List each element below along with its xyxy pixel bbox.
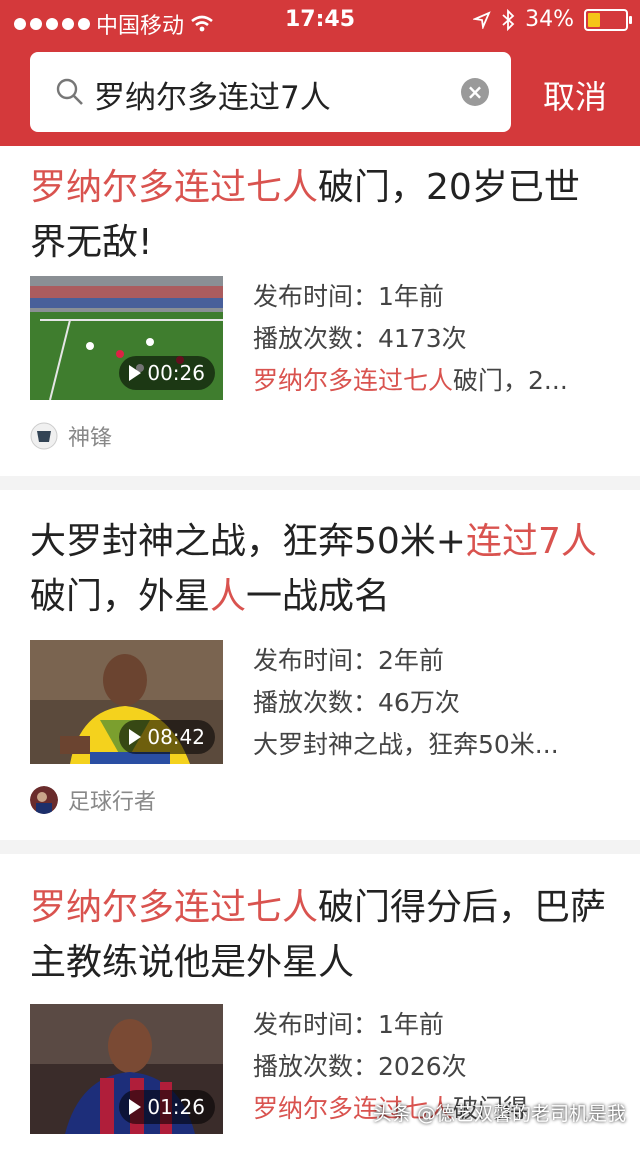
video-thumbnail[interactable]: 01:26 xyxy=(30,1004,223,1134)
author-name: 足球行者 xyxy=(68,784,156,816)
publish-label: 发布时间： xyxy=(253,646,378,675)
title-text: 破门，外星 xyxy=(30,576,210,617)
result-title[interactable]: 罗纳尔多连过七人破门，20岁已世界无敌! xyxy=(30,160,610,270)
battery-percent: 34% xyxy=(525,7,574,32)
snippet-text: 破门，2... xyxy=(453,366,568,395)
duration-badge: 00:26 xyxy=(119,356,215,390)
title-text: 大罗封神之战，狂奔50米+ xyxy=(30,521,466,562)
title-highlight: 罗纳尔多连过七人 xyxy=(30,167,318,208)
publish-label: 发布时间： xyxy=(253,1010,378,1039)
search-icon xyxy=(56,78,84,106)
duration-text: 01:26 xyxy=(147,1095,205,1119)
location-icon xyxy=(473,11,491,29)
results-list: 罗纳尔多连过七人破门，20岁已世界无敌! 00:26 发布时 xyxy=(0,146,640,1154)
title-highlight: 人 xyxy=(210,576,246,617)
duration-text: 08:42 xyxy=(147,725,205,749)
result-title[interactable]: 罗纳尔多连过七人破门得分后，巴萨主教练说他是外星人 xyxy=(30,880,610,990)
plays-value: 2026次 xyxy=(378,1052,467,1081)
author[interactable]: 足球行者 xyxy=(30,784,156,816)
play-icon xyxy=(129,365,141,381)
publish-value: 1年前 xyxy=(378,1010,444,1039)
battery-icon xyxy=(584,9,628,31)
title-highlight: 罗纳尔多连过七人 xyxy=(30,887,318,928)
title-text: 一战成名 xyxy=(246,576,390,617)
play-icon xyxy=(129,1099,141,1115)
snippet-highlight: 罗纳尔多连过七人 xyxy=(253,366,453,395)
plays-value: 4173次 xyxy=(378,324,467,353)
duration-badge: 01:26 xyxy=(119,1090,215,1124)
bluetooth-icon xyxy=(501,9,515,31)
author-name: 神锋 xyxy=(68,420,112,452)
plays-label: 播放次数： xyxy=(253,1052,378,1081)
status-right: 34% xyxy=(473,7,628,32)
clear-search-icon[interactable]: × xyxy=(461,78,489,106)
duration-badge: 08:42 xyxy=(119,720,215,754)
video-result-card[interactable]: 罗纳尔多连过七人破门，20岁已世界无敌! 00:26 发布时 xyxy=(0,146,640,476)
snippet-text: 大罗封神之战，狂奔50米... xyxy=(253,730,559,759)
search-input[interactable]: 罗纳尔多连过7人 × xyxy=(30,52,511,132)
search-header: 中国移动 17:45 34% 罗纳尔多连过7人 × 取消 xyxy=(0,0,640,146)
result-title[interactable]: 大罗封神之战，狂奔50米+连过7人破门，外星人一战成名 xyxy=(30,514,610,624)
plays-label: 播放次数： xyxy=(253,324,378,353)
search-query[interactable]: 罗纳尔多连过7人 xyxy=(94,72,331,117)
cancel-button[interactable]: 取消 xyxy=(543,72,607,118)
duration-text: 00:26 xyxy=(147,361,205,385)
status-bar: 中国移动 17:45 34% xyxy=(0,0,640,40)
video-result-card[interactable]: 大罗封神之战，狂奔50米+连过7人破门，外星人一战成名 08:42 发布时间：2… xyxy=(0,490,640,840)
plays-label: 播放次数： xyxy=(253,688,378,717)
publish-value: 2年前 xyxy=(378,646,444,675)
author[interactable]: 神锋 xyxy=(30,420,112,452)
plays-value: 46万次 xyxy=(378,688,460,717)
result-meta: 发布时间：2年前 播放次数：46万次 大罗封神之战，狂奔50米... xyxy=(253,640,608,766)
publish-label: 发布时间： xyxy=(253,282,378,311)
result-meta: 发布时间：1年前 播放次数：4173次 罗纳尔多连过七人破门，2... xyxy=(253,276,608,402)
play-icon xyxy=(129,729,141,745)
video-thumbnail[interactable]: 00:26 xyxy=(30,276,223,400)
video-thumbnail[interactable]: 08:42 xyxy=(30,640,223,764)
author-avatar xyxy=(30,422,58,450)
title-highlight: 连过7人 xyxy=(466,521,597,562)
author-avatar xyxy=(30,786,58,814)
watermark: 头条 @德艺双馨的老司机是我 xyxy=(373,1099,626,1126)
publish-value: 1年前 xyxy=(378,282,444,311)
